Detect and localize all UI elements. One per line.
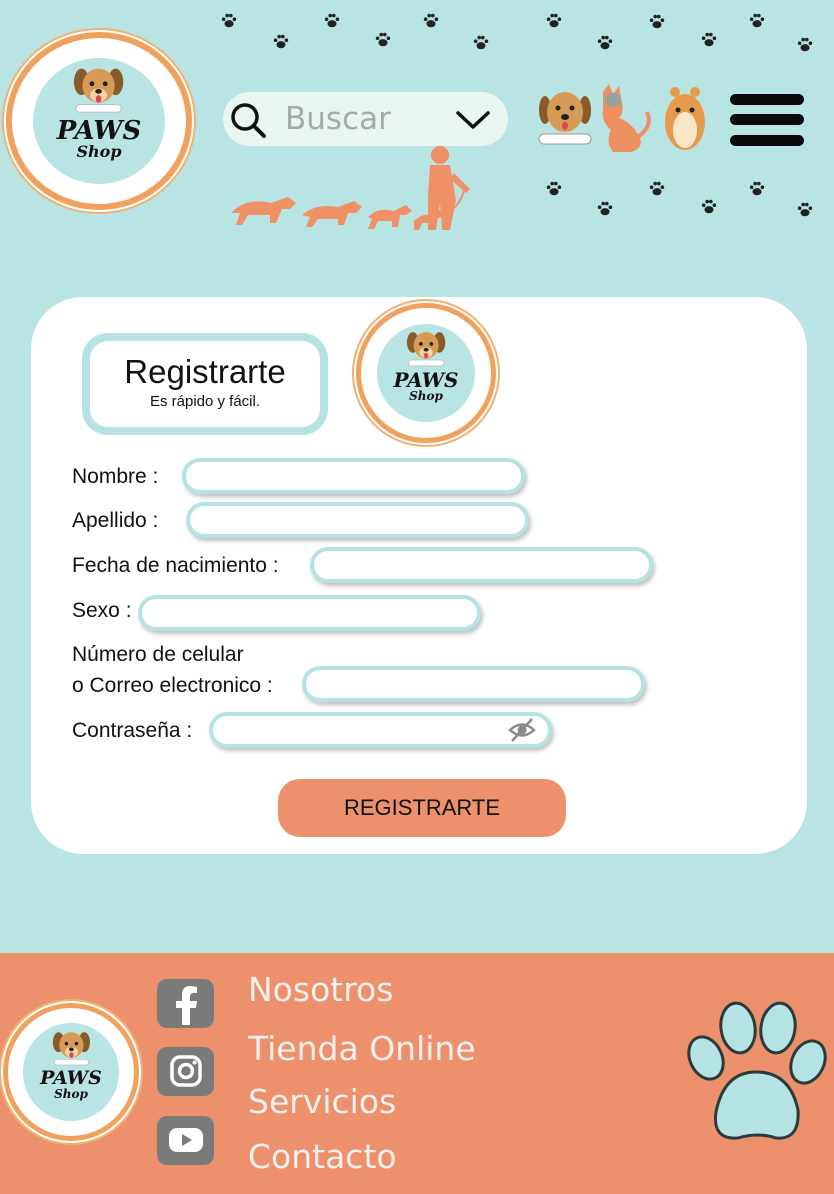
footer-link-nosotros[interactable]: Nosotros xyxy=(248,970,393,1009)
logo-text: PAWS Shop xyxy=(12,118,186,160)
footer-link-tienda-online[interactable]: Tienda Online xyxy=(248,1029,476,1068)
menu-bar-bottom xyxy=(730,135,804,146)
logo-line1: PAWS xyxy=(40,1067,102,1090)
form-title-box: Registrarte Es rápido y fácil. xyxy=(82,333,328,435)
logo-line1: PAWS xyxy=(393,368,459,393)
paw-print-icon xyxy=(701,32,717,47)
paw-print-icon xyxy=(375,32,391,47)
paw-print-icon xyxy=(546,181,562,196)
form-title: Registrarte xyxy=(124,353,286,390)
logo-text: PAWS Shop xyxy=(361,370,491,402)
contrasena-label: Contraseña : xyxy=(72,719,193,742)
logo-line2: Shop xyxy=(409,389,443,404)
chevron-down-icon[interactable] xyxy=(455,108,491,132)
paw-print-icon xyxy=(649,181,665,196)
paw-print-icon xyxy=(597,201,613,216)
dog-icon xyxy=(406,332,446,367)
search-icon[interactable] xyxy=(229,101,267,139)
paw-print-icon xyxy=(749,13,765,28)
footer-link-servicios[interactable]: Servicios xyxy=(248,1082,396,1121)
logo-line2: Shop xyxy=(54,1087,88,1102)
youtube-icon xyxy=(169,1128,203,1152)
nombre-field[interactable] xyxy=(182,458,525,494)
search-input[interactable] xyxy=(285,98,445,140)
paw-print-icon xyxy=(701,199,717,214)
paw-print-icon xyxy=(546,13,562,28)
menu-bar-top xyxy=(730,94,804,105)
eye-off-icon[interactable] xyxy=(507,716,537,744)
paw-print-icon xyxy=(273,34,289,49)
logo-line2: Shop xyxy=(76,141,122,161)
apellido-label: Apellido : xyxy=(72,509,159,532)
fecha-nacimiento-field[interactable] xyxy=(310,547,653,583)
search-bar[interactable] xyxy=(223,92,508,146)
sexo-label: Sexo : xyxy=(72,599,132,622)
nombre-label: Nombre : xyxy=(72,465,159,488)
fecha-nacimiento-label: Fecha de nacimiento : xyxy=(72,554,279,577)
celular-correo-field[interactable] xyxy=(302,666,645,702)
paw-print-icon xyxy=(797,37,813,52)
paw-print-icon xyxy=(324,13,340,28)
contacto-label-line1: Número de celular xyxy=(72,643,244,666)
register-button[interactable]: REGISTRARTE xyxy=(278,779,566,837)
paw-print-icon xyxy=(749,181,765,196)
paw-print-icon xyxy=(797,202,813,217)
header-logo[interactable]: PAWS Shop xyxy=(6,32,192,210)
paw-print-icon xyxy=(221,13,237,28)
logo-line1: PAWS xyxy=(56,115,142,146)
logo-text: PAWS Shop xyxy=(8,1067,134,1102)
footer-logo[interactable]: PAWS Shop xyxy=(3,1003,139,1141)
dog-walker-illustration xyxy=(231,146,470,230)
apellido-field[interactable] xyxy=(186,502,529,538)
menu-bar-middle xyxy=(730,114,804,125)
footer-link-contacto[interactable]: Contacto xyxy=(248,1137,397,1176)
pets-illustration xyxy=(538,84,705,152)
card-logo: PAWS Shop xyxy=(356,303,496,443)
paw-print-icon xyxy=(597,35,613,50)
youtube-button[interactable] xyxy=(157,1116,214,1165)
password-field[interactable] xyxy=(209,712,552,748)
form-subtitle: Es rápido y fácil. xyxy=(149,393,261,410)
facebook-button[interactable] xyxy=(157,979,214,1028)
instagram-icon xyxy=(170,1055,202,1087)
facebook-icon xyxy=(176,986,197,1025)
paw-print-icon xyxy=(687,1001,827,1140)
dog-icon xyxy=(74,68,124,113)
contacto-label-line2: o Correo electronico : xyxy=(72,674,273,697)
sexo-field[interactable] xyxy=(138,595,481,631)
instagram-button[interactable] xyxy=(157,1047,214,1096)
paw-print-icon xyxy=(423,13,439,28)
paw-print-icon xyxy=(649,14,665,29)
paw-print-icon xyxy=(473,35,489,50)
dog-icon xyxy=(52,1032,90,1066)
